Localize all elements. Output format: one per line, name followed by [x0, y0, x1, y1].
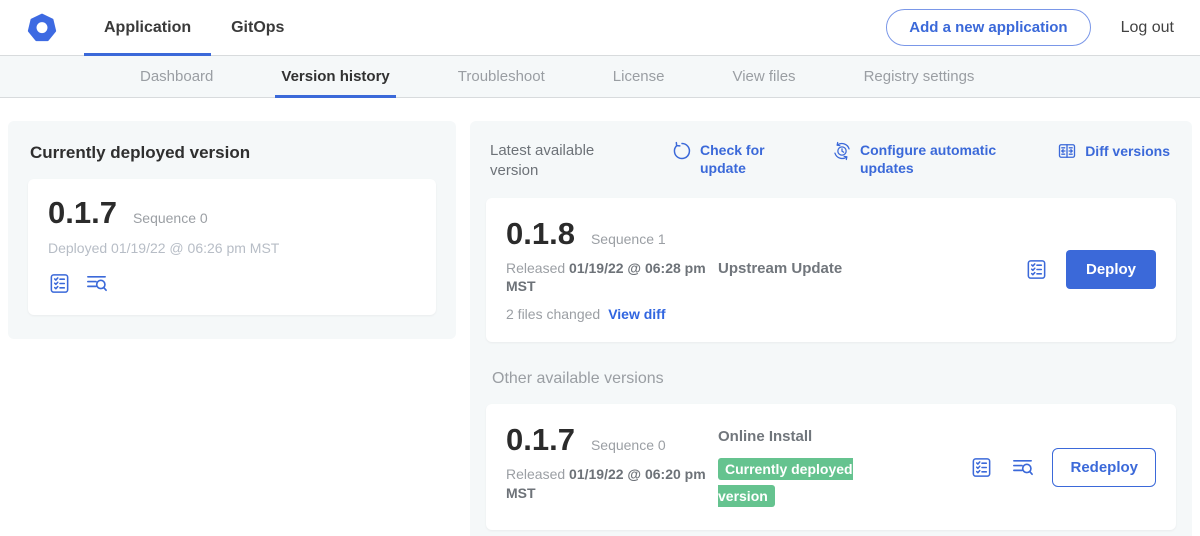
configure-automatic-updates-action[interactable]: Configure automatic updates [832, 141, 1010, 177]
auto-update-clock-icon [832, 141, 852, 161]
deployed-version-card: 0.1.7 Sequence 0 Deployed 01/19/22 @ 06:… [28, 179, 436, 315]
latest-version-card: 0.1.8 Sequence 1 Released 01/19/22 @ 06:… [486, 198, 1176, 343]
other-sequence-label: Sequence 0 [591, 437, 666, 453]
tab-application[interactable]: Application [84, 0, 211, 55]
refresh-icon [672, 141, 692, 161]
subnav-item-troubleshoot[interactable]: Troubleshoot [424, 56, 579, 97]
main-content: Currently deployed version 0.1.7 Sequenc… [0, 98, 1200, 536]
logout-button[interactable]: Log out [1121, 19, 1174, 37]
currently-deployed-panel: Currently deployed version 0.1.7 Sequenc… [8, 121, 456, 339]
other-version-source: Online Install [718, 428, 936, 445]
latest-available-title: Latest available version [490, 141, 618, 182]
subnav-item-version-history[interactable]: Version history [247, 56, 423, 97]
view-logs-icon[interactable] [1011, 456, 1034, 479]
subnav-item-license[interactable]: License [579, 56, 699, 97]
deploy-button[interactable]: Deploy [1066, 250, 1156, 289]
app-header: Application GitOps Add a new application… [0, 0, 1200, 56]
config-checklist-icon[interactable] [1025, 258, 1048, 281]
config-checklist-icon[interactable] [48, 272, 71, 295]
configure-automatic-updates-label: Configure automatic updates [860, 141, 1010, 177]
diff-versions-icon [1057, 141, 1077, 161]
latest-version-source: Upstream Update [718, 218, 936, 323]
tab-gitops[interactable]: GitOps [211, 0, 304, 55]
latest-version-number: 0.1.8 [506, 218, 575, 249]
currently-deployed-badge: Currently deployed version [718, 458, 853, 506]
other-released-date: Released 01/19/22 @ 06:20 pm MST [506, 465, 718, 503]
redeploy-button[interactable]: Redeploy [1052, 448, 1156, 487]
subnav-item-dashboard[interactable]: Dashboard [106, 56, 247, 97]
add-new-application-button[interactable]: Add a new application [886, 9, 1090, 46]
diff-versions-action[interactable]: Diff versions [1057, 141, 1170, 161]
subnav-item-view-files[interactable]: View files [698, 56, 829, 97]
latest-sequence-label: Sequence 1 [591, 231, 666, 247]
view-logs-icon[interactable] [85, 272, 108, 295]
app-subnav: Dashboard Version history Troubleshoot L… [0, 56, 1200, 98]
check-for-update-label: Check for update [700, 141, 772, 177]
other-version-number: 0.1.7 [506, 424, 575, 455]
check-for-update-action[interactable]: Check for update [672, 141, 772, 177]
other-version-card: 0.1.7 Sequence 0 Released 01/19/22 @ 06:… [486, 404, 1176, 530]
view-diff-link[interactable]: View diff [608, 306, 665, 322]
kots-logo-icon [26, 0, 58, 55]
deployed-version-number: 0.1.7 [48, 197, 117, 228]
subnav-item-registry-settings[interactable]: Registry settings [830, 56, 1009, 97]
latest-released-date: Released 01/19/22 @ 06:28 pm MST [506, 259, 718, 297]
currently-deployed-title: Currently deployed version [30, 143, 434, 163]
other-available-versions-title: Other available versions [492, 370, 1170, 388]
files-changed-label: 2 files changed [506, 306, 600, 322]
deployed-date: Deployed 01/19/22 @ 06:26 pm MST [48, 240, 416, 256]
config-checklist-icon[interactable] [970, 456, 993, 479]
diff-versions-label: Diff versions [1085, 142, 1170, 160]
deployed-sequence-label: Sequence 0 [133, 210, 208, 226]
available-versions-panel: Latest available version Check for updat… [470, 121, 1192, 536]
